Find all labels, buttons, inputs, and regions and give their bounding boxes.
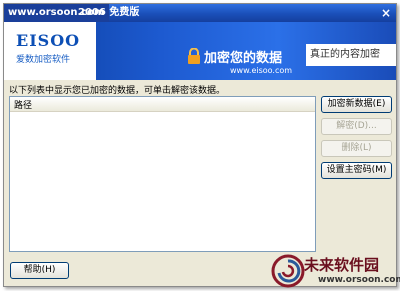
swirl-logo-icon — [271, 254, 305, 288]
app-window: www.orsoon.com 2006 免费版 × EISOO 爱数加密软件 加… — [3, 3, 397, 287]
set-master-password-button[interactable]: 设置主密码(M) — [321, 162, 392, 179]
logo-subtitle: 爱数加密软件 — [16, 55, 71, 65]
title-bar[interactable]: www.orsoon.com 2006 免费版 × — [4, 4, 396, 22]
help-button[interactable]: 帮助(H) — [10, 262, 69, 279]
eisoo-logo: EISOO — [16, 31, 81, 50]
encrypt-new-button[interactable]: 加密新数据(E) — [321, 96, 392, 113]
delete-button[interactable]: 删除(L) — [321, 140, 392, 157]
brand-name: 未来软件园 — [304, 256, 380, 274]
list-header[interactable]: 路径 — [10, 97, 315, 112]
list-hint: 以下列表中显示您已加密的数据，可单击解密该数据。 — [9, 86, 226, 96]
banner-site: www.eisoo.com — [230, 66, 293, 75]
brand-watermark: 未来软件园 www.orsoon.com — [270, 253, 400, 291]
encrypted-data-list[interactable]: 路径 — [9, 96, 316, 252]
window-title: 2006 免费版 — [78, 7, 140, 18]
banner-tagline: 真正的内容加密 — [306, 44, 396, 66]
decrypt-button[interactable]: 解密(D)... — [321, 118, 392, 135]
banner-slogan: 加密您的数据 — [204, 51, 283, 66]
header-banner: EISOO 爱数加密软件 加密您的数据 www.eisoo.com 真正的内容加… — [4, 22, 396, 80]
brand-url: www.orsoon.com — [318, 275, 400, 285]
column-path[interactable]: 路径 — [14, 98, 32, 111]
logo-area: EISOO 爱数加密软件 — [4, 22, 96, 80]
close-button[interactable]: × — [379, 6, 393, 20]
lock-icon — [188, 48, 200, 64]
